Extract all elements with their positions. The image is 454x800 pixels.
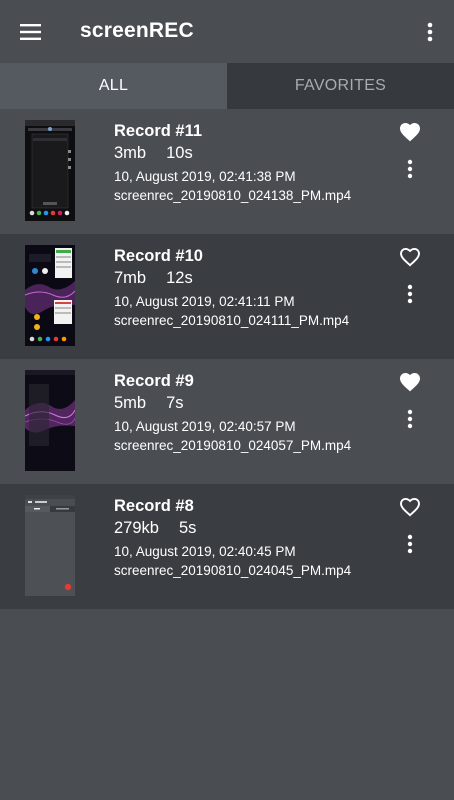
record-meta: 5mb 7s (114, 394, 184, 413)
record-meta: 279kb 5s (114, 519, 196, 538)
record-duration: 12s (166, 269, 193, 287)
record-date: 10, August 2019, 02:40:57 PM (114, 419, 296, 434)
heart-filled-icon[interactable] (397, 120, 423, 144)
record-size: 7mb (114, 269, 147, 287)
record-filename: screenrec_20190810_024111_PM.mp4 (114, 313, 350, 328)
hamburger-menu-icon[interactable] (14, 17, 46, 47)
app-title: screenREC (80, 19, 194, 42)
record-size: 5mb (114, 394, 147, 412)
list-item[interactable]: Record #8 279kb 5s 10, August 2019, 02:40… (0, 484, 454, 609)
app-bar: screenREC (0, 0, 454, 63)
tab-bar: ALL FAVORITES (0, 63, 454, 109)
item-more-options-icon[interactable] (400, 407, 420, 431)
record-duration: 5s (178, 519, 197, 537)
tab-all[interactable]: ALL (0, 63, 227, 109)
record-filename: screenrec_20190810_024138_PM.mp4 (114, 188, 352, 203)
record-title: Record #10 (114, 247, 203, 265)
record-size: 3mb (114, 144, 147, 162)
list-item[interactable]: Record #9 5mb 7s 10, August 2019, 02:40:5… (0, 359, 454, 484)
item-more-options-icon[interactable] (400, 157, 420, 181)
record-meta: 3mb 10s (114, 144, 193, 163)
more-options-icon[interactable] (418, 18, 442, 46)
item-more-options-icon[interactable] (400, 282, 420, 306)
record-title: Record #8 (114, 497, 194, 515)
record-title: Record #11 (114, 122, 203, 140)
video-thumbnail[interactable] (25, 370, 75, 471)
record-meta: 7mb 12s (114, 269, 193, 288)
record-date: 10, August 2019, 02:40:45 PM (114, 544, 296, 559)
record-duration: 7s (166, 394, 184, 412)
video-thumbnail[interactable] (25, 120, 75, 221)
tab-favorites[interactable]: FAVORITES (227, 63, 454, 109)
record-size: 279kb (114, 519, 159, 537)
item-more-options-icon[interactable] (400, 532, 420, 556)
record-filename: screenrec_20190810_024045_PM.mp4 (114, 563, 352, 578)
heart-filled-icon[interactable] (397, 370, 423, 394)
list-item[interactable]: Record #10 7mb 12s 10, August 2019, 02:41… (0, 234, 454, 359)
record-date: 10, August 2019, 02:41:11 PM (114, 294, 295, 309)
record-duration: 10s (166, 144, 193, 162)
video-thumbnail[interactable] (25, 495, 75, 596)
heart-outline-icon[interactable] (397, 245, 423, 269)
list-item[interactable]: Record #11 3mb 10s 10, August 2019, 02:41… (0, 109, 454, 234)
record-date: 10, August 2019, 02:41:38 PM (114, 169, 296, 184)
record-title: Record #9 (114, 372, 194, 390)
record-filename: screenrec_20190810_024057_PM.mp4 (114, 438, 352, 453)
video-thumbnail[interactable] (25, 245, 75, 346)
heart-outline-icon[interactable] (397, 495, 423, 519)
